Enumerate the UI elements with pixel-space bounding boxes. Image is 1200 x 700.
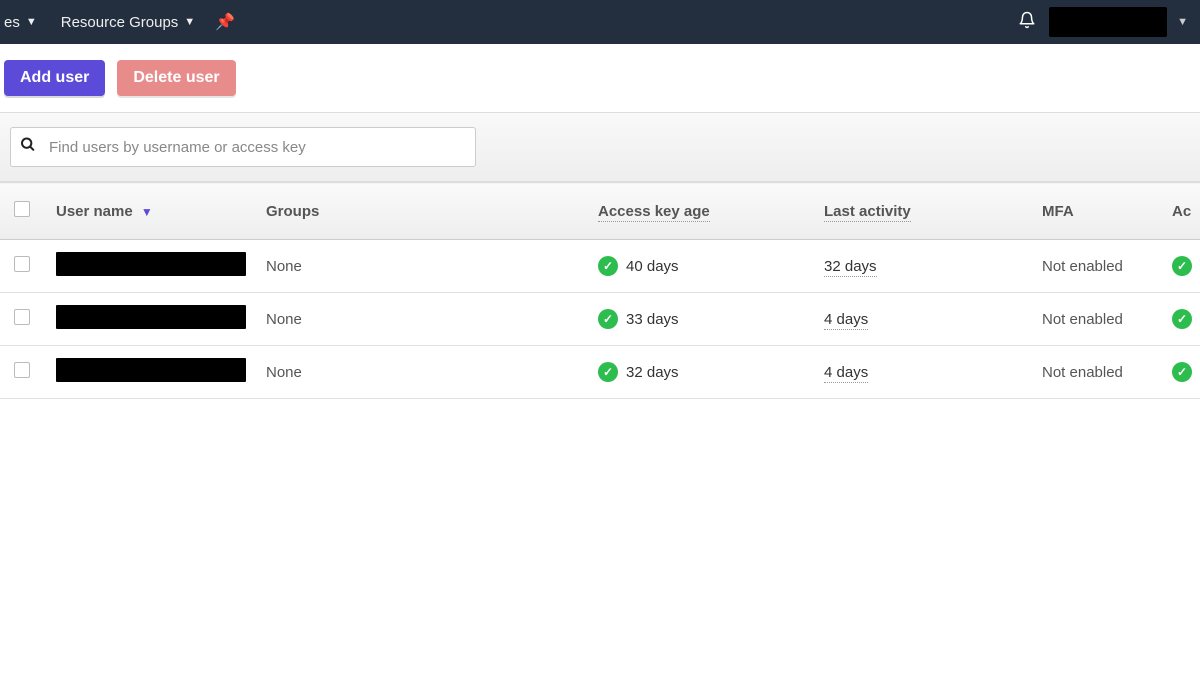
bell-icon[interactable] — [1013, 11, 1041, 34]
cell-mfa: Not enabled — [1030, 240, 1160, 293]
username-redacted[interactable] — [56, 305, 246, 329]
check-circle-icon: ✓ — [1172, 362, 1192, 382]
check-circle-icon: ✓ — [1172, 309, 1192, 329]
cell-last-activity: 32 days — [824, 258, 877, 277]
cell-groups: None — [254, 240, 586, 293]
users-table: User name ▼ Groups Access key age Last a… — [0, 182, 1200, 399]
header-truncated[interactable]: Ac — [1160, 183, 1200, 240]
header-user-name-label: User name — [56, 203, 133, 220]
table-row[interactable]: None ✓ 40 days 32 days Not enabled ✓ — [0, 240, 1200, 293]
top-navbar: es ▼ Resource Groups ▼ 📌 ▼ — [0, 0, 1200, 44]
header-last-activity-label: Last activity — [824, 203, 911, 222]
users-table-body: None ✓ 40 days 32 days Not enabled ✓ None… — [0, 240, 1200, 399]
search-wrap — [10, 127, 476, 167]
cell-access-key-age: 32 days — [626, 364, 679, 381]
check-circle-icon: ✓ — [598, 309, 618, 329]
search-input[interactable] — [10, 127, 476, 167]
cell-last-activity: 4 days — [824, 364, 868, 383]
header-access-key-age[interactable]: Access key age — [586, 183, 812, 240]
cell-access-key-age: 33 days — [626, 311, 679, 328]
header-user-name[interactable]: User name ▼ — [44, 183, 254, 240]
header-access-key-age-label: Access key age — [598, 203, 710, 222]
search-strip — [0, 112, 1200, 182]
row-checkbox[interactable] — [14, 362, 30, 378]
header-mfa-label: MFA — [1042, 203, 1074, 220]
search-icon — [20, 137, 36, 158]
nav-services-truncated[interactable]: es ▼ — [4, 0, 49, 44]
table-row[interactable]: None ✓ 33 days 4 days Not enabled ✓ — [0, 293, 1200, 346]
cell-mfa: Not enabled — [1030, 346, 1160, 399]
action-button-row: Add user Delete user — [0, 44, 1200, 112]
nav-resource-groups[interactable]: Resource Groups ▼ — [49, 0, 207, 44]
account-menu-redacted[interactable] — [1049, 7, 1167, 37]
nav-resource-groups-label: Resource Groups — [61, 14, 179, 31]
add-user-button[interactable]: Add user — [4, 60, 105, 96]
row-checkbox[interactable] — [14, 256, 30, 272]
header-mfa[interactable]: MFA — [1030, 183, 1160, 240]
pin-icon[interactable]: 📌 — [215, 12, 235, 32]
header-groups-label: Groups — [266, 203, 319, 220]
cell-mfa: Not enabled — [1030, 293, 1160, 346]
header-groups[interactable]: Groups — [254, 183, 586, 240]
caret-down-icon: ▼ — [184, 16, 195, 28]
delete-user-button[interactable]: Delete user — [117, 60, 235, 96]
username-redacted[interactable] — [56, 252, 246, 276]
cell-last-activity: 4 days — [824, 311, 868, 330]
header-select-all[interactable] — [0, 183, 44, 240]
check-circle-icon: ✓ — [598, 362, 618, 382]
navbar-right: ▼ — [1013, 7, 1196, 37]
username-redacted[interactable] — [56, 358, 246, 382]
caret-down-icon: ▼ — [26, 16, 37, 28]
sort-caret-down-icon: ▼ — [141, 205, 153, 219]
navbar-left: es ▼ Resource Groups ▼ 📌 — [4, 0, 235, 44]
table-row[interactable]: None ✓ 32 days 4 days Not enabled ✓ — [0, 346, 1200, 399]
header-truncated-label: Ac — [1172, 203, 1191, 220]
caret-down-icon[interactable]: ▼ — [1177, 16, 1188, 28]
cell-groups: None — [254, 293, 586, 346]
check-circle-icon: ✓ — [598, 256, 618, 276]
users-table-head: User name ▼ Groups Access key age Last a… — [0, 183, 1200, 240]
cell-groups: None — [254, 346, 586, 399]
row-checkbox[interactable] — [14, 309, 30, 325]
nav-services-label-fragment: es — [4, 14, 20, 31]
checkbox-icon[interactable] — [14, 201, 30, 217]
header-last-activity[interactable]: Last activity — [812, 183, 1030, 240]
cell-access-key-age: 40 days — [626, 258, 679, 275]
check-circle-icon: ✓ — [1172, 256, 1192, 276]
